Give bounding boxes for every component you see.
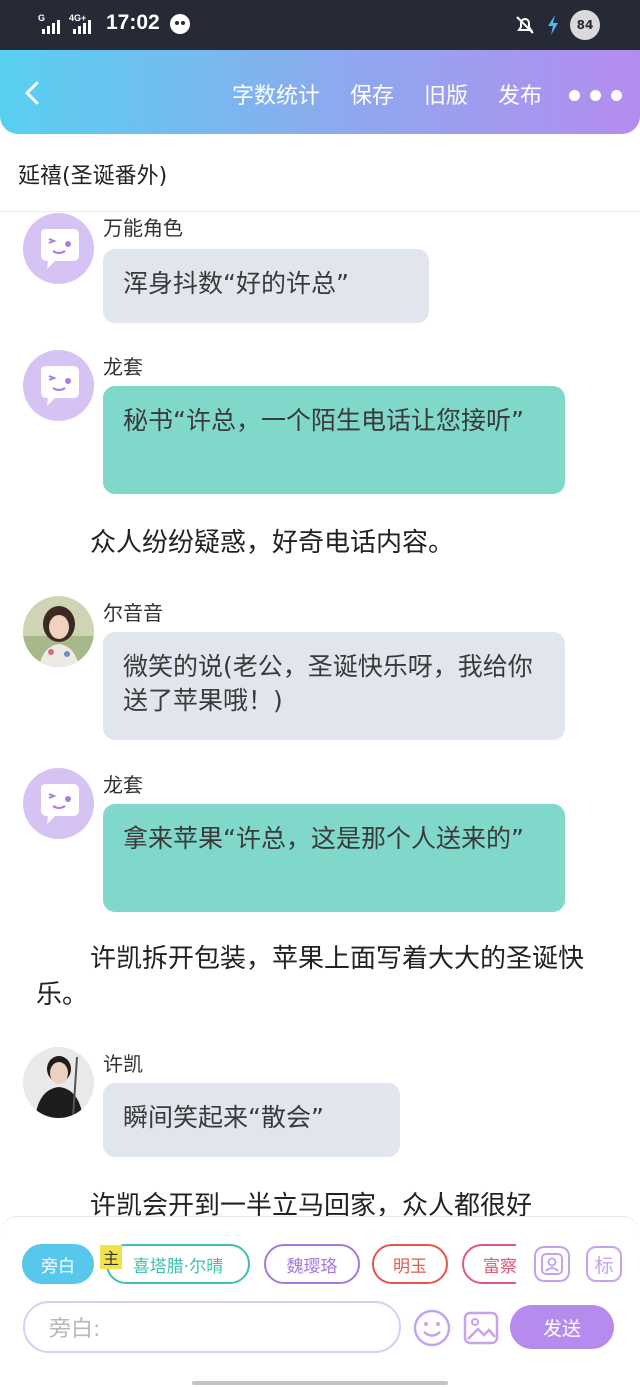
home-indicator[interactable] [192,1381,448,1385]
charging-icon [548,15,558,35]
nav-links: 字数统计 保存 旧版 发布 [232,78,542,110]
narration-text[interactable]: 众人纷纷疑惑，好奇电话内容。 [36,525,596,561]
publish-button[interactable]: 发布 [498,78,542,110]
send-button[interactable]: 发送 [510,1305,614,1349]
app-icon [170,14,190,34]
person-card-icon[interactable] [534,1246,570,1282]
dialog-bubble[interactable]: 微笑的说(老公，圣诞快乐呀，我给你送了苹果哦！) [103,632,565,740]
dialog-bubble[interactable]: 瞬间笑起来“散会” [103,1083,400,1157]
photo-avatar-woman[interactable] [23,596,94,667]
speaker-name: 万能角色 [103,216,183,240]
character-chips: 旁白 喜塔腊·尔晴 魏璎珞 明玉 富察 [22,1243,516,1285]
chip-character[interactable]: 明玉 [372,1244,448,1284]
default-avatar-icon[interactable] [23,213,94,284]
dialog-message[interactable]: 龙套 拿来苹果“许总，这是那个人送来的” [0,767,640,913]
chip-character[interactable]: 魏璎珞 [264,1244,360,1284]
default-avatar-icon[interactable] [23,350,94,421]
signal-icon: G 4G+ [38,13,91,34]
default-avatar-icon[interactable] [23,768,94,839]
dialog-message[interactable]: 许凯 瞬间笑起来“散会” [0,1046,640,1158]
image-icon[interactable] [462,1309,500,1347]
status-right: 84 [514,9,600,41]
title-row: 延禧(圣诞番外) [0,134,640,212]
word-count-button[interactable]: 字数统计 [232,78,320,110]
tag-button[interactable]: 标 [586,1246,622,1282]
dialog-bubble[interactable]: 拿来苹果“许总，这是那个人送来的” [103,804,565,912]
dialog-bubble[interactable]: 浑身抖数“好的许总” [103,249,429,323]
chip-character[interactable]: 喜塔腊·尔晴 [106,1244,250,1284]
narration-text[interactable]: 许凯拆开包装，苹果上面写着大大的圣诞快乐。 [36,941,596,1013]
dialog-bubble[interactable]: 秘书“许总，一个陌生电话让您接听” [103,386,565,494]
status-bar: G 4G+ 17:02 84 [0,0,640,50]
chevron-left-icon[interactable] [20,80,46,106]
speaker-name: 许凯 [103,1052,143,1076]
story-content[interactable]: 万能角色 浑身抖数“好的许总” 龙套 秘书“许总，一个陌生电话让您接听” 众人纷… [0,212,640,1218]
main-character-tag: 主 [100,1245,122,1269]
top-nav: 字数统计 保存 旧版 发布 [0,50,640,134]
signal-label-1: G [38,13,45,23]
chip-narrator[interactable]: 旁白 [22,1244,94,1284]
message-input[interactable]: 旁白: [23,1301,401,1353]
composer-panel: 旁白 喜塔腊·尔晴 魏璎珞 明玉 富察 主 标 旁白: 发送 [0,1216,640,1387]
old-version-button[interactable]: 旧版 [424,78,468,110]
narration-text[interactable]: 许凯会开到一半立马回家，众人都很好 [36,1188,596,1218]
dialog-message[interactable]: 龙套 秘书“许总，一个陌生电话让您接听” [0,349,640,495]
more-dots-icon[interactable] [569,90,622,101]
smiley-icon[interactable] [412,1308,452,1348]
signal-label-2: 4G+ [69,13,86,23]
battery-icon: 84 [570,10,600,40]
chip-character[interactable]: 富察 [462,1244,516,1284]
speaker-name: 龙套 [103,355,143,379]
page-title[interactable]: 延禧(圣诞番外) [18,158,167,190]
photo-avatar-man[interactable] [23,1047,94,1118]
dialog-message[interactable]: 尔音音 微笑的说(老公，圣诞快乐呀，我给你送了苹果哦！) [0,595,640,741]
save-button[interactable]: 保存 [350,78,394,110]
mute-icon [516,16,534,34]
speaker-name: 尔音音 [103,601,163,625]
speaker-name: 龙套 [103,773,143,797]
status-time: 17:02 [106,11,160,34]
dialog-message[interactable]: 万能角色 浑身抖数“好的许总” [0,212,640,324]
